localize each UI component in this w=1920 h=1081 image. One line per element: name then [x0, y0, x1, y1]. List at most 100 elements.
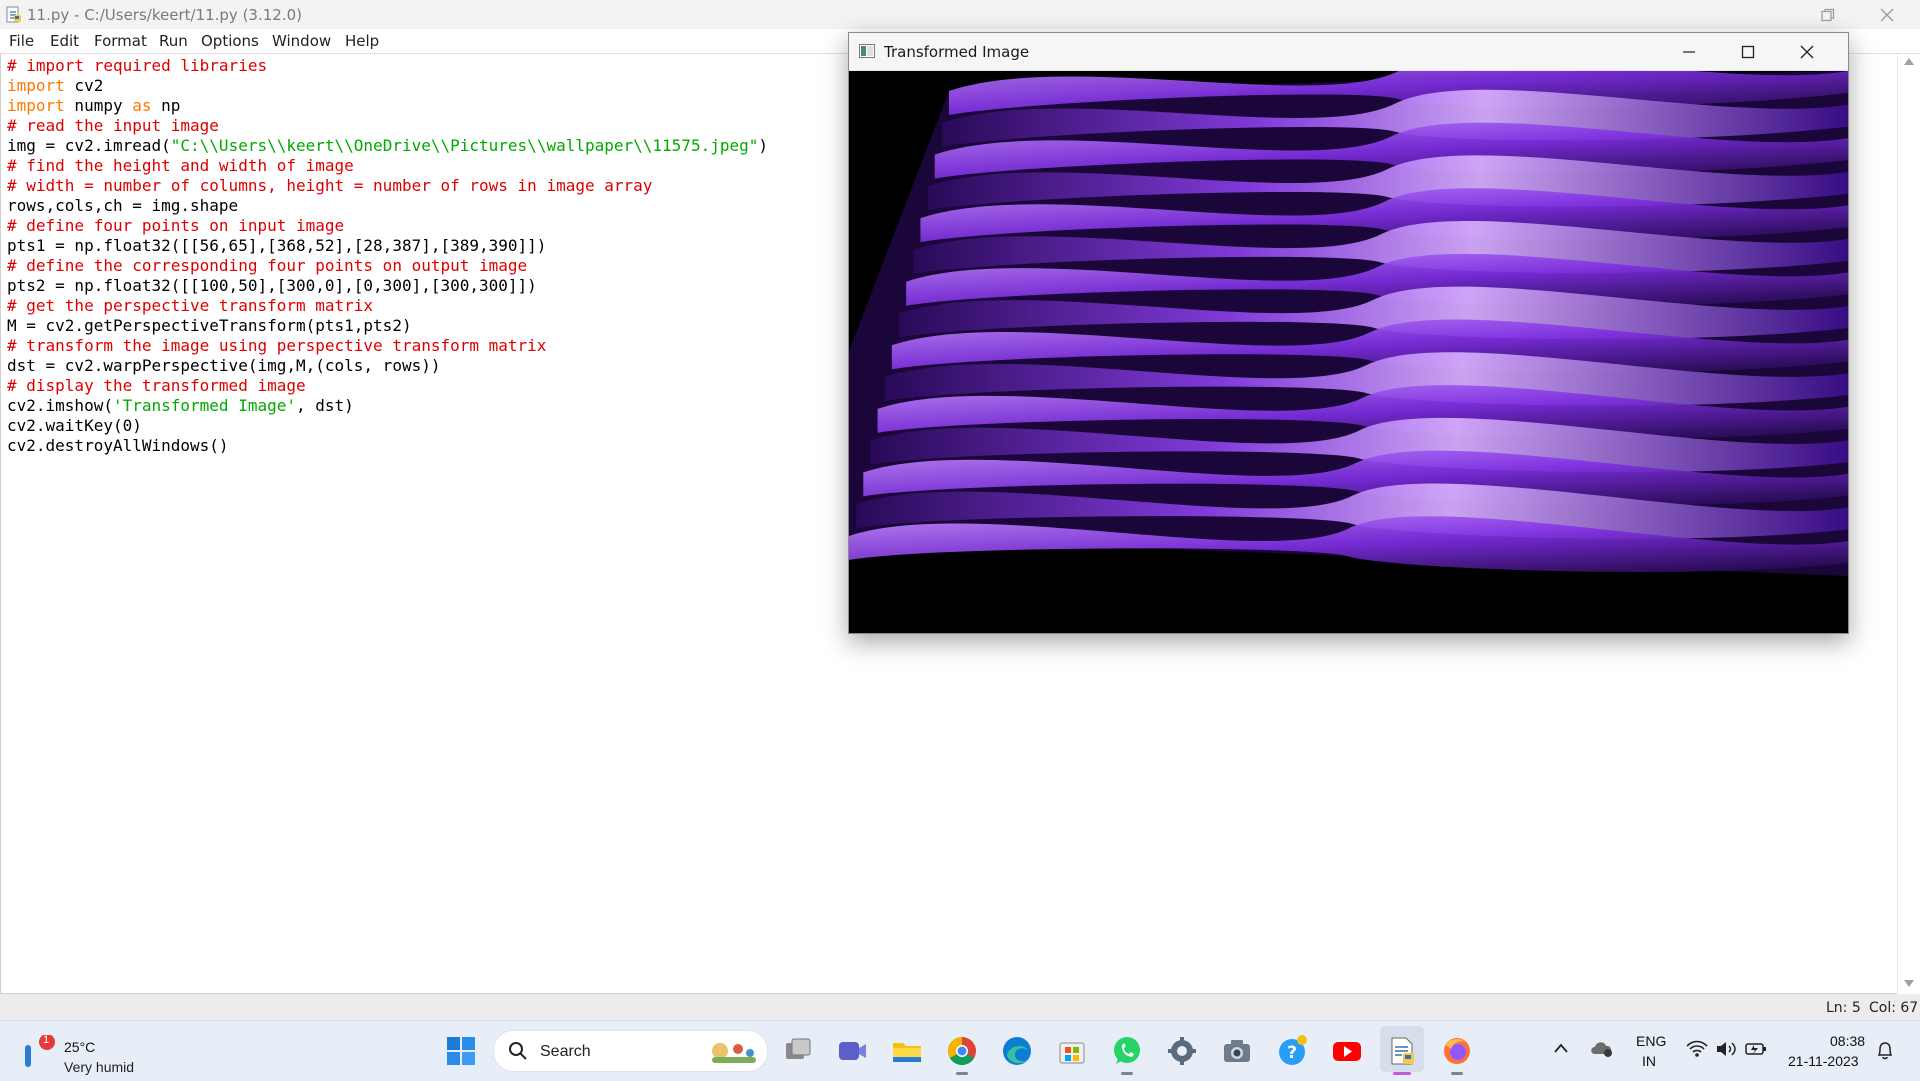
idle-active-indicator — [1393, 1072, 1411, 1075]
code-line[interactable]: # read the input image — [7, 116, 768, 136]
search-highlight-icon — [712, 1043, 756, 1063]
code-comment: # define four points on input image — [7, 216, 345, 235]
wifi-icon[interactable] — [1686, 1040, 1708, 1058]
cv-window-titlebar[interactable]: Transformed Image — [849, 33, 1848, 71]
language-bottom[interactable]: IN — [1642, 1053, 1656, 1069]
code-string: 'Transformed Image' — [112, 396, 296, 415]
code-comment: # import required libraries — [7, 56, 268, 75]
help-icon[interactable]: ? — [1276, 1035, 1308, 1067]
clock-date[interactable]: 21-11-2023 — [1788, 1053, 1859, 1069]
status-column: Col: 67 — [1869, 1000, 1919, 1016]
code-line[interactable]: pts1 = np.float32([[56,65],[368,52],[28,… — [7, 236, 768, 256]
scroll-down-icon[interactable] — [1904, 980, 1914, 988]
firefox-icon[interactable] — [1441, 1035, 1473, 1067]
weather-badge: 1 — [43, 1034, 50, 1046]
transformed-image-window[interactable]: Transformed Image — [848, 32, 1849, 634]
search-icon — [509, 1042, 527, 1060]
status-line: Ln: 5 — [1826, 1000, 1861, 1016]
code-keyword: as — [132, 96, 152, 115]
idle-python-icon[interactable] — [1386, 1035, 1418, 1067]
code-token: dst = cv2.warpPerspective(img,M,(cols, r… — [7, 356, 441, 375]
whatsapp-running-indicator — [1121, 1072, 1133, 1075]
code-line[interactable]: rows,cols,ch = img.shape — [7, 196, 768, 216]
code-line[interactable]: import cv2 — [7, 76, 768, 96]
code-line[interactable]: # define the corresponding four points o… — [7, 256, 768, 276]
scroll-up-icon[interactable] — [1904, 57, 1914, 65]
code-line[interactable]: cv2.imshow('Transformed Image', dst) — [7, 396, 768, 416]
menu-edit[interactable]: Edit — [50, 32, 79, 50]
weather-condition: Very humid — [64, 1059, 135, 1075]
notification-bell-icon[interactable] — [1876, 1041, 1894, 1061]
cv-minimize-button[interactable] — [1660, 33, 1718, 70]
volume-icon[interactable] — [1715, 1040, 1737, 1058]
code-line[interactable]: cv2.waitKey(0) — [7, 416, 768, 436]
cv-maximize-button[interactable] — [1719, 33, 1777, 70]
idle-titlebar: 11.py - C:/Users/keert/11.py (3.12.0) — [0, 0, 1920, 29]
battery-icon[interactable] — [1745, 1041, 1767, 1057]
search-label: Search — [540, 1043, 591, 1060]
code-line[interactable]: # define four points on input image — [7, 216, 768, 236]
menu-format[interactable]: Format — [94, 32, 147, 50]
code-line[interactable]: img = cv2.imread("C:\\Users\\keert\\OneD… — [7, 136, 768, 156]
code-token: cv2 — [64, 76, 104, 95]
cv-window-title: Transformed Image — [884, 43, 1030, 61]
file-explorer-icon[interactable] — [891, 1035, 923, 1067]
code-line[interactable]: M = cv2.getPerspectiveTransform(pts1,pts… — [7, 316, 768, 336]
chevron-up-icon[interactable] — [1554, 1043, 1568, 1053]
code-line[interactable]: cv2.destroyAllWindows() — [7, 436, 768, 456]
code-comment: # get the perspective transform matrix — [7, 296, 374, 315]
start-icon[interactable] — [445, 1035, 477, 1067]
youtube-icon[interactable] — [1331, 1035, 1363, 1067]
code-line[interactable]: # display the transformed image — [7, 376, 768, 396]
code-token: rows,cols,ch = img.shape — [7, 196, 239, 215]
menu-options[interactable]: Options — [201, 32, 259, 50]
code-line[interactable]: # import required libraries — [7, 56, 768, 76]
code-keyword: import — [7, 96, 65, 115]
restore-icon — [1821, 8, 1835, 21]
vertical-scrollbar[interactable] — [1897, 54, 1920, 993]
language-top[interactable]: ENG — [1636, 1033, 1666, 1049]
status-bar: Ln: 5 Col: 67 — [0, 994, 1920, 1020]
code-line[interactable]: pts2 = np.float32([[100,50],[300,0],[0,3… — [7, 276, 768, 296]
code-text[interactable]: # import required libraries import cv2 imp… — [7, 56, 768, 456]
python-idle-icon — [6, 6, 21, 23]
onedrive-icon[interactable] — [1589, 1038, 1615, 1058]
code-comment: # read the input image — [7, 116, 219, 135]
svg-text:?: ? — [1287, 1043, 1297, 1063]
code-line[interactable]: # transform the image using perspective … — [7, 336, 768, 356]
whatsapp-icon[interactable] — [1111, 1035, 1143, 1067]
code-token: img = cv2.imread( — [7, 136, 171, 155]
task-view-icon[interactable] — [782, 1035, 814, 1067]
minimize-icon — [1683, 50, 1695, 53]
menu-file[interactable]: File — [9, 32, 34, 50]
code-comment: # display the transformed image — [7, 376, 306, 395]
cv-close-button[interactable] — [1778, 33, 1836, 70]
code-line[interactable]: dst = cv2.warpPerspective(img,M,(cols, r… — [7, 356, 768, 376]
teams-meet-icon[interactable] — [836, 1035, 868, 1067]
weather-temperature: 25°C — [64, 1039, 96, 1055]
code-comment: # find the height and width of image — [7, 156, 354, 175]
chrome-icon[interactable] — [946, 1035, 978, 1067]
menu-window[interactable]: Window — [272, 32, 331, 50]
code-token: cv2.waitKey(0) — [7, 416, 142, 435]
settings-icon[interactable] — [1166, 1035, 1198, 1067]
maximize-icon — [1741, 45, 1755, 58]
transformed-image-canvas — [849, 71, 1848, 633]
code-line[interactable]: import numpy as np — [7, 96, 768, 116]
code-token: numpy — [64, 96, 133, 115]
restore-button[interactable] — [1805, 0, 1851, 29]
menu-help[interactable]: Help — [345, 32, 379, 50]
firefox-running-indicator — [1451, 1072, 1463, 1075]
code-line[interactable]: # get the perspective transform matrix — [7, 296, 768, 316]
code-line[interactable]: # find the height and width of image — [7, 156, 768, 176]
close-icon — [1880, 8, 1894, 21]
clock-time[interactable]: 08:38 — [1830, 1033, 1865, 1049]
camera-icon[interactable] — [1221, 1035, 1253, 1067]
edge-icon[interactable] — [1001, 1035, 1033, 1067]
microsoft-store-icon[interactable] — [1056, 1035, 1088, 1067]
code-line[interactable]: # width = number of columns, height = nu… — [7, 176, 768, 196]
menu-run[interactable]: Run — [159, 32, 188, 50]
taskbar-search[interactable]: Search — [493, 1030, 768, 1072]
code-comment: # transform the image using perspective … — [7, 336, 547, 355]
close-button[interactable] — [1864, 0, 1910, 29]
